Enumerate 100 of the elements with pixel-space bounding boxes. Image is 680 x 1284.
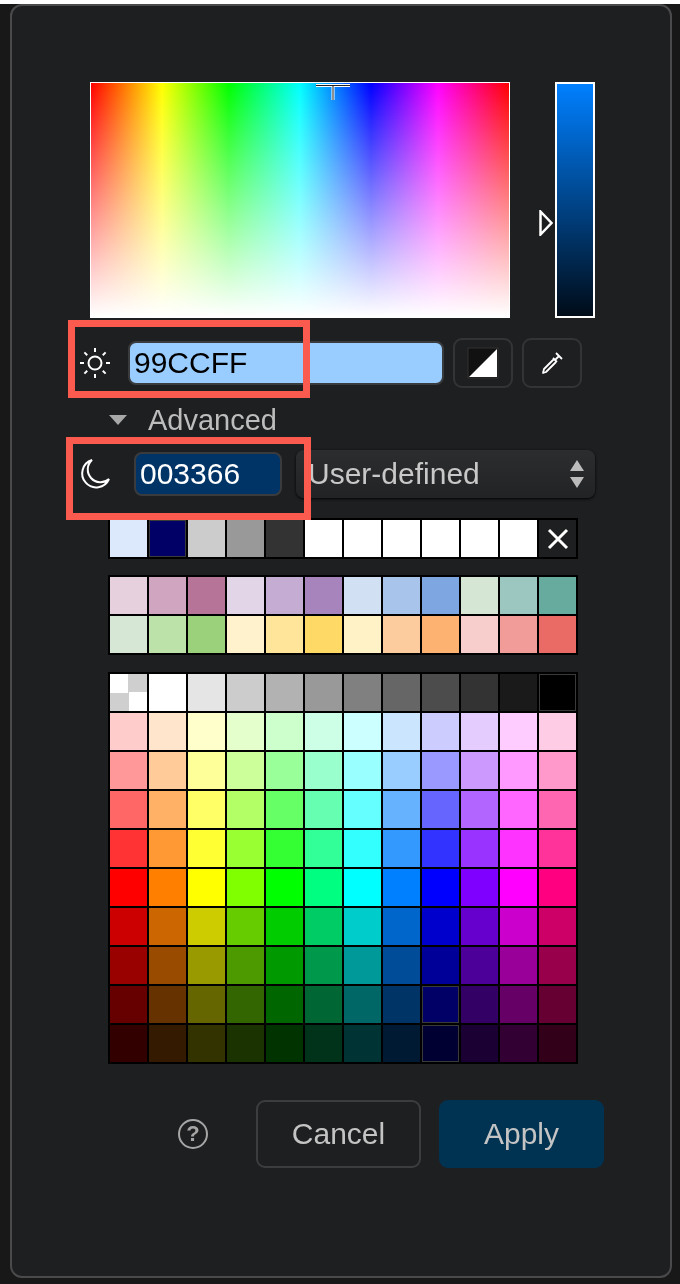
color-swatch[interactable] xyxy=(461,674,498,711)
color-swatch[interactable] xyxy=(188,616,225,653)
color-swatch[interactable] xyxy=(461,1025,498,1062)
color-swatch[interactable] xyxy=(383,616,420,653)
color-swatch[interactable] xyxy=(383,791,420,828)
color-swatch[interactable] xyxy=(305,577,342,614)
color-swatch[interactable] xyxy=(110,947,147,984)
color-swatch[interactable] xyxy=(422,986,459,1023)
color-swatch[interactable] xyxy=(500,869,537,906)
color-swatch[interactable] xyxy=(461,908,498,945)
color-swatch[interactable] xyxy=(500,616,537,653)
color-swatch[interactable] xyxy=(305,520,342,557)
color-swatch[interactable] xyxy=(500,947,537,984)
color-swatch[interactable] xyxy=(500,986,537,1023)
color-swatch[interactable] xyxy=(422,791,459,828)
color-swatch[interactable] xyxy=(110,986,147,1023)
color-swatch[interactable] xyxy=(266,986,303,1023)
color-swatch[interactable] xyxy=(110,713,147,750)
color-swatch[interactable] xyxy=(344,520,381,557)
color-swatch[interactable] xyxy=(422,713,459,750)
color-swatch[interactable] xyxy=(266,577,303,614)
color-swatch[interactable] xyxy=(500,752,537,789)
color-swatch[interactable] xyxy=(344,577,381,614)
color-swatch[interactable] xyxy=(266,616,303,653)
color-swatch[interactable] xyxy=(266,908,303,945)
color-swatch[interactable] xyxy=(149,752,186,789)
color-swatch[interactable] xyxy=(500,791,537,828)
mode-dropdown[interactable]: User-defined xyxy=(296,450,595,498)
color-swatch[interactable] xyxy=(539,908,576,945)
color-swatch[interactable] xyxy=(539,830,576,867)
clear-swatch[interactable] xyxy=(539,520,576,557)
color-swatch[interactable] xyxy=(422,577,459,614)
crosshair-marker[interactable] xyxy=(316,84,351,100)
color-swatch[interactable] xyxy=(227,713,264,750)
help-icon[interactable]: ? xyxy=(178,1119,208,1149)
color-swatch[interactable] xyxy=(422,520,459,557)
dark-color-field[interactable]: 003366 xyxy=(134,452,282,496)
color-swatch[interactable] xyxy=(266,791,303,828)
color-swatch[interactable] xyxy=(188,791,225,828)
color-swatch[interactable] xyxy=(539,752,576,789)
color-swatch[interactable] xyxy=(344,869,381,906)
color-swatch[interactable] xyxy=(344,791,381,828)
color-swatch[interactable] xyxy=(110,520,147,557)
color-swatch[interactable] xyxy=(500,1025,537,1062)
color-swatch[interactable] xyxy=(188,674,225,711)
color-swatch[interactable] xyxy=(539,674,576,711)
color-swatch[interactable] xyxy=(500,520,537,557)
color-swatch[interactable] xyxy=(539,869,576,906)
color-swatch[interactable] xyxy=(266,869,303,906)
color-swatch[interactable] xyxy=(500,830,537,867)
color-swatch[interactable] xyxy=(110,752,147,789)
color-swatch[interactable] xyxy=(305,986,342,1023)
color-swatch[interactable] xyxy=(383,520,420,557)
transparent-swatch[interactable] xyxy=(110,674,147,711)
color-swatch[interactable] xyxy=(305,713,342,750)
color-swatch[interactable] xyxy=(344,1025,381,1062)
color-swatch[interactable] xyxy=(227,674,264,711)
color-swatch[interactable] xyxy=(461,752,498,789)
slider-thumb[interactable] xyxy=(539,210,553,237)
color-swatch[interactable] xyxy=(149,986,186,1023)
color-swatch[interactable] xyxy=(305,1025,342,1062)
color-swatch[interactable] xyxy=(344,713,381,750)
color-swatch[interactable] xyxy=(227,869,264,906)
color-swatch[interactable] xyxy=(227,947,264,984)
color-swatch[interactable] xyxy=(266,674,303,711)
color-swatch[interactable] xyxy=(188,520,225,557)
color-swatch[interactable] xyxy=(539,577,576,614)
color-swatch[interactable] xyxy=(344,752,381,789)
color-swatch[interactable] xyxy=(383,908,420,945)
color-swatch[interactable] xyxy=(149,908,186,945)
cancel-button[interactable]: Cancel xyxy=(256,1100,421,1168)
color-swatch[interactable] xyxy=(110,616,147,653)
color-swatch[interactable] xyxy=(149,577,186,614)
color-swatch[interactable] xyxy=(344,674,381,711)
color-swatch[interactable] xyxy=(344,908,381,945)
contrast-button[interactable] xyxy=(453,338,513,388)
color-swatch[interactable] xyxy=(383,986,420,1023)
light-color-field[interactable]: 99CCFF xyxy=(128,341,444,385)
color-swatch[interactable] xyxy=(461,869,498,906)
color-swatch[interactable] xyxy=(149,674,186,711)
color-swatch[interactable] xyxy=(110,908,147,945)
color-swatch[interactable] xyxy=(383,830,420,867)
color-swatch[interactable] xyxy=(344,986,381,1023)
color-swatch[interactable] xyxy=(383,869,420,906)
color-swatch[interactable] xyxy=(539,1025,576,1062)
color-swatch[interactable] xyxy=(500,713,537,750)
color-swatch[interactable] xyxy=(227,1025,264,1062)
color-swatch[interactable] xyxy=(422,616,459,653)
color-swatch[interactable] xyxy=(344,616,381,653)
color-swatch[interactable] xyxy=(266,752,303,789)
color-swatch[interactable] xyxy=(227,752,264,789)
color-swatch[interactable] xyxy=(461,713,498,750)
color-swatch[interactable] xyxy=(188,752,225,789)
color-swatch[interactable] xyxy=(149,869,186,906)
color-swatch[interactable] xyxy=(188,1025,225,1062)
color-swatch[interactable] xyxy=(461,520,498,557)
color-swatch[interactable] xyxy=(500,674,537,711)
color-swatch[interactable] xyxy=(110,791,147,828)
color-swatch[interactable] xyxy=(305,830,342,867)
color-swatch[interactable] xyxy=(149,616,186,653)
